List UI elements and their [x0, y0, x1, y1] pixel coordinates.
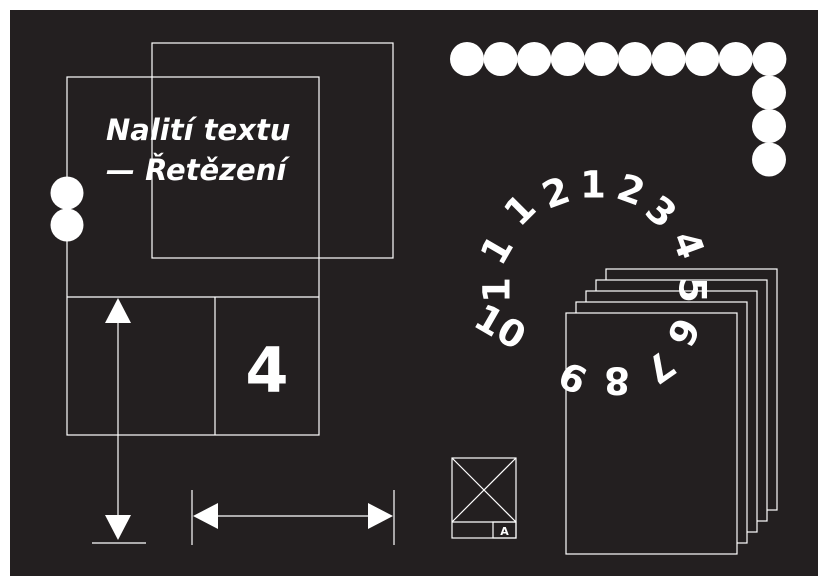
link-dot: [50, 176, 84, 210]
arc-number: 1: [580, 164, 606, 207]
chain-dot: [517, 42, 552, 76]
arc-number: 1: [476, 277, 519, 303]
arc-number: 8: [604, 359, 630, 402]
title-line-2: — Řetězení: [106, 153, 290, 187]
link-dot: [50, 208, 84, 242]
text-flow-illustration: Nalití textu — Řetězení 4 A 101112 1 23456…: [10, 10, 818, 576]
chain-dot: [450, 42, 484, 76]
chain-dot: [752, 75, 786, 110]
chain-dot: [752, 109, 786, 143]
chain-dot: [685, 42, 720, 76]
chain-dot: [752, 142, 786, 177]
placeholder-label: A: [500, 525, 509, 538]
chain-dot: [718, 42, 753, 76]
frame-number: 4: [245, 334, 288, 407]
chain-dot: [483, 42, 518, 76]
chain-dot: [550, 42, 585, 76]
title-line-1: Nalití textu: [106, 113, 290, 147]
arc-number: 5: [671, 277, 714, 303]
chain-dot: [752, 42, 787, 76]
chain-dot: [651, 42, 686, 76]
chain-dot: [618, 42, 652, 76]
chain-dot: [584, 42, 619, 76]
